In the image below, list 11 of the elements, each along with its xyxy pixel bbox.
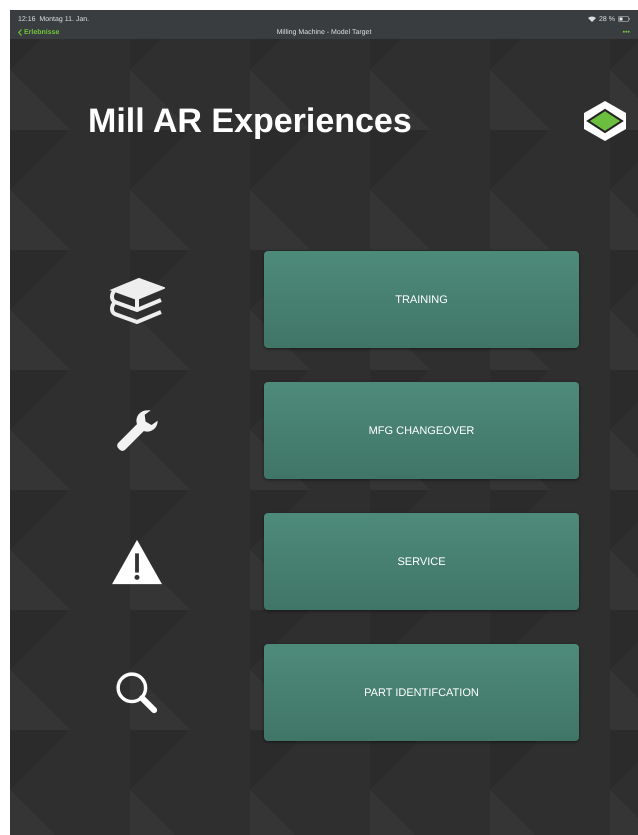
menu-button[interactable]: MFG CHANGEOVER: [264, 382, 579, 479]
wifi-icon: [588, 16, 596, 22]
page-title: Mill AR Experiences: [88, 102, 412, 140]
warning-icon: [109, 538, 165, 586]
battery-icon: [618, 16, 630, 22]
menu-button[interactable]: PART IDENTIFCATION: [264, 644, 579, 741]
back-chevron-icon[interactable]: [18, 29, 22, 36]
menu-button[interactable]: TRAINING: [264, 251, 579, 348]
books-icon: [109, 276, 165, 324]
logo-icon: [584, 101, 626, 141]
menu-button[interactable]: SERVICE: [264, 513, 579, 610]
